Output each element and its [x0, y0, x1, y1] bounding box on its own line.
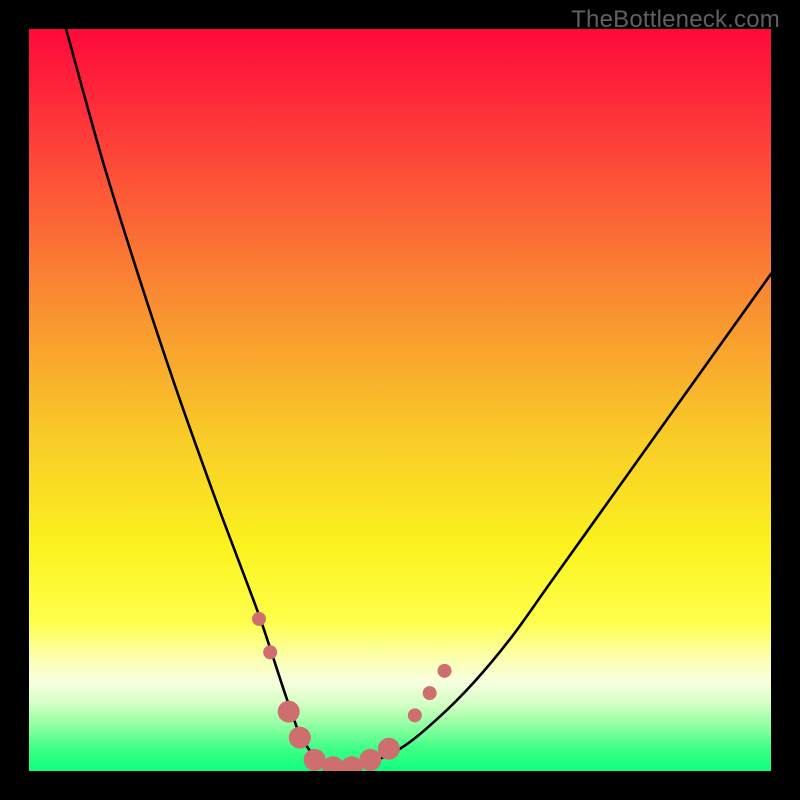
marker-dot — [408, 708, 422, 722]
chart-plot-area — [29, 29, 771, 771]
marker-dot — [252, 612, 266, 626]
gradient-background — [29, 29, 771, 771]
marker-dot — [359, 749, 381, 771]
chart-frame: TheBottleneck.com — [0, 0, 800, 800]
marker-dot — [278, 701, 300, 723]
marker-dot — [289, 727, 311, 749]
marker-dot — [378, 738, 400, 760]
marker-dot — [438, 664, 452, 678]
chart-svg — [29, 29, 771, 771]
watermark-text: TheBottleneck.com — [571, 6, 780, 34]
marker-dot — [263, 645, 277, 659]
marker-dot — [423, 686, 437, 700]
